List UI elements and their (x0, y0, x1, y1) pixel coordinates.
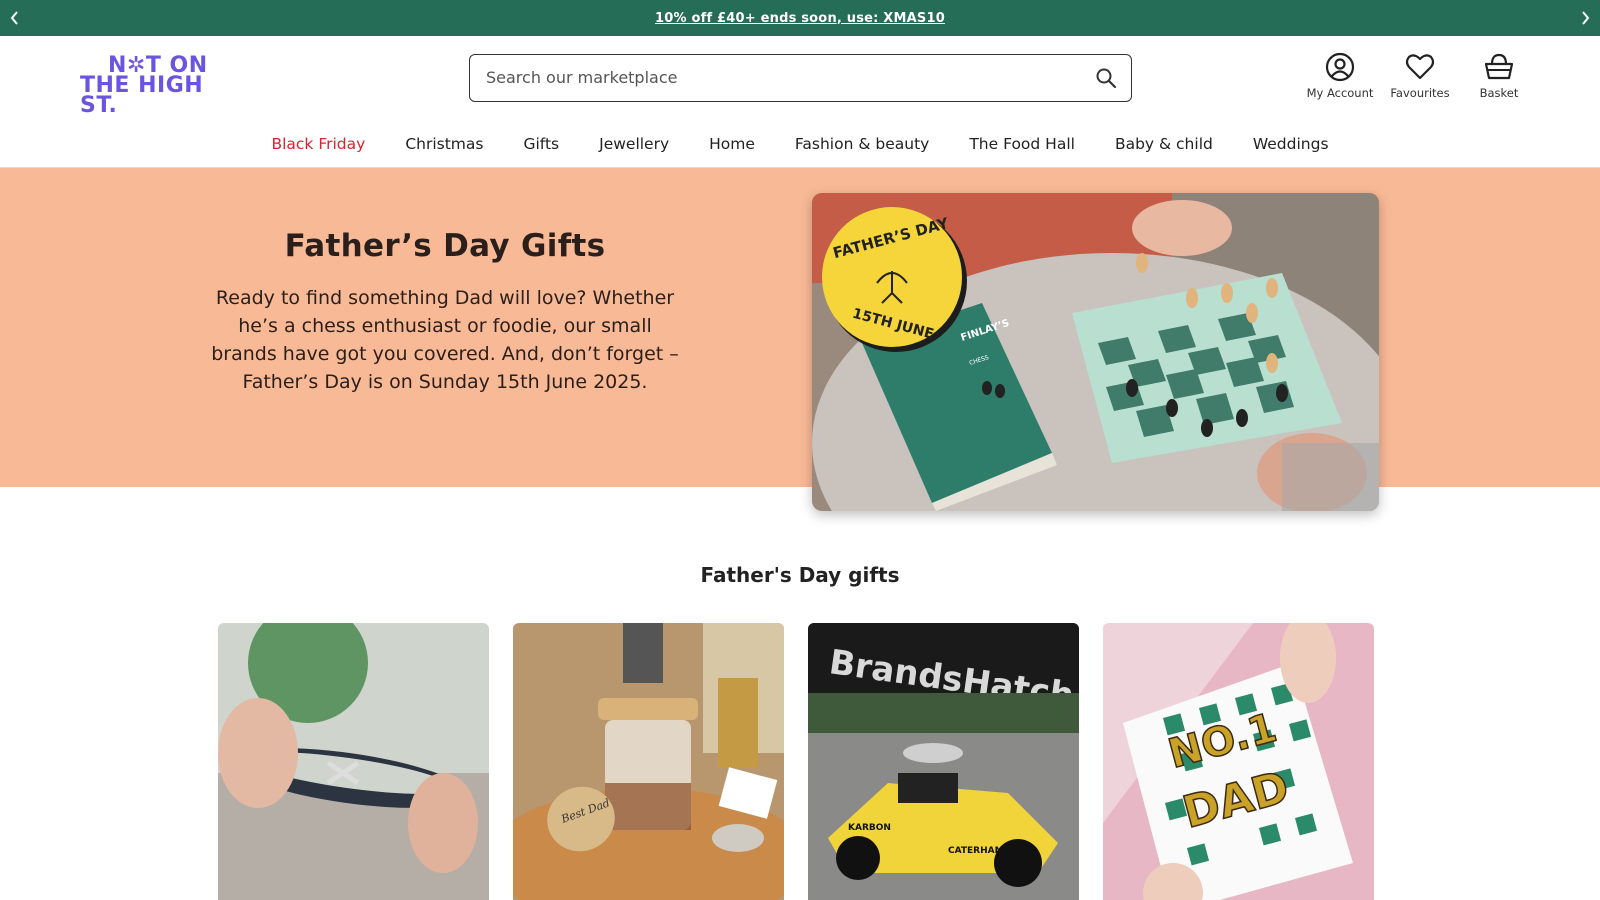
search-bar (469, 54, 1132, 102)
nav-gifts[interactable]: Gifts (523, 135, 559, 153)
nav-weddings[interactable]: Weddings (1253, 135, 1329, 153)
racing-car-image: BrandsHatch KARBON CATERHAM (808, 623, 1079, 900)
search-input[interactable] (486, 55, 1066, 100)
nav-jewellery[interactable]: Jewellery (599, 135, 669, 153)
favourites-label: Favourites (1390, 86, 1450, 100)
promo-link[interactable]: 10% off £40+ ends soon, use: XMAS10 (655, 11, 945, 26)
nav-christmas[interactable]: Christmas (405, 135, 483, 153)
main-nav: Black Friday Christmas Gifts Jewellery H… (0, 120, 1600, 168)
hero-title: Father’s Day Gifts (284, 228, 606, 264)
product-card[interactable]: NO.1 DAD (1103, 623, 1374, 900)
product-card[interactable] (218, 623, 489, 900)
dad-card-image: NO.1 DAD (1103, 623, 1374, 900)
account-button[interactable]: My Account (1302, 52, 1378, 100)
section-title: Father's Day gifts (700, 563, 900, 587)
search-icon[interactable] (1095, 67, 1117, 89)
account-icon (1325, 52, 1355, 82)
product-card[interactable]: BrandsHatch KARBON CATERHAM (808, 623, 1079, 900)
logo-line-2: THE HIGH ST. (80, 73, 204, 118)
account-label: My Account (1306, 86, 1374, 100)
favourites-button[interactable]: Favourites (1384, 52, 1456, 100)
site-logo[interactable]: N✲T ON THE HIGH ST. (80, 55, 240, 117)
promo-next-button[interactable] (1570, 0, 1600, 36)
chevron-left-icon (10, 11, 18, 25)
karbon-text: KARBON (848, 823, 891, 833)
promo-prev-button[interactable] (0, 0, 30, 36)
nav-home[interactable]: Home (709, 135, 755, 153)
basket-label: Basket (1479, 86, 1519, 100)
nav-food-hall[interactable]: The Food Hall (969, 135, 1075, 153)
basket-icon (1484, 53, 1514, 80)
caterham-text: CATERHAM (948, 846, 1004, 856)
bracelet-image (218, 623, 489, 900)
promo-bar: 10% off £40+ ends soon, use: XMAS10 (0, 0, 1600, 36)
hero-text-block: Father’s Day Gifts Ready to find somethi… (210, 228, 680, 396)
nav-black-friday[interactable]: Black Friday (271, 135, 365, 153)
chevron-right-icon (1582, 11, 1590, 25)
nav-fashion-beauty[interactable]: Fashion & beauty (795, 135, 929, 153)
nav-baby-child[interactable]: Baby & child (1115, 135, 1213, 153)
smoker-kit-image: Best Dad (513, 623, 784, 900)
heart-icon (1405, 54, 1435, 80)
site-header: N✲T ON THE HIGH ST. My Account Favourite… (0, 36, 1600, 120)
hero-image[interactable]: FINLAY’S CHESS FATHER’S DAY 15TH JUNE (812, 193, 1379, 511)
hero-body: Ready to find something Dad will love? W… (211, 287, 679, 393)
basket-button[interactable]: Basket (1466, 52, 1532, 100)
product-card[interactable]: Best Dad (513, 623, 784, 900)
